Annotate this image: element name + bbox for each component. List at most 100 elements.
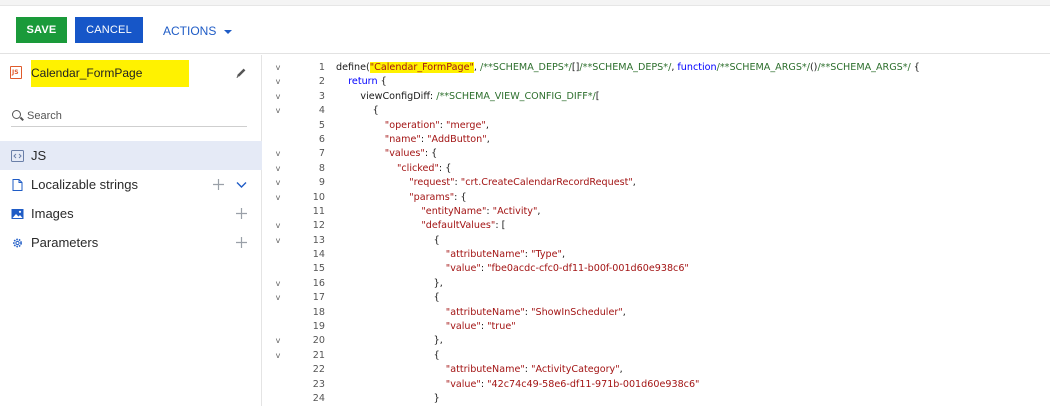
code-segment: , /**SCHEMA_DEPS*/[]/**SCHEMA_DEPS*/, fu… <box>473 62 920 73</box>
code-line: "params": { <box>336 191 1050 205</box>
actions-menu-button[interactable]: ACTIONS <box>163 24 233 38</box>
fold-marker[interactable]: v <box>263 234 293 248</box>
line-number: 23 <box>312 378 325 390</box>
save-button[interactable]: SAVE <box>16 17 67 43</box>
code-segment: { <box>336 349 440 361</box>
code-area[interactable]: define("Calendar_FormPage", /**SCHEMA_DE… <box>336 55 1050 406</box>
line-number: 24 <box>312 392 325 404</box>
fold-marker[interactable]: v <box>263 219 293 233</box>
add-icon[interactable] <box>235 236 248 249</box>
schema-header: Calendar_FormPage <box>0 55 262 91</box>
search-input[interactable] <box>27 107 237 125</box>
code-line: }, <box>336 334 1050 348</box>
line-number: 12 <box>312 220 325 232</box>
actions-label: ACTIONS <box>163 24 217 38</box>
add-icon[interactable] <box>235 207 248 220</box>
code-segment: "values": { <box>384 148 438 160</box>
code-line: "name": "AddButton", <box>336 133 1050 147</box>
code-segment: "name": "AddButton", <box>384 133 490 145</box>
search-icon <box>12 110 21 119</box>
line-number: 14 <box>312 249 325 261</box>
code-line: "attributeName": "ShowInScheduler", <box>336 306 1050 320</box>
nav-item-images[interactable]: Images <box>0 199 262 228</box>
fold-gutter[interactable]: vvvvvvvvvvvvvv <box>263 55 293 406</box>
line-number: 17 <box>312 292 325 304</box>
fold-marker[interactable]: v <box>263 277 293 291</box>
nav-item-parameters[interactable]: Parameters <box>0 228 262 257</box>
code-segment: }, <box>336 335 443 347</box>
nav-item-js[interactable]: JS <box>0 141 262 170</box>
fold-marker <box>263 205 293 219</box>
fold-marker[interactable]: v <box>263 147 293 161</box>
fold-marker[interactable]: v <box>263 61 293 75</box>
code-line: }, <box>336 277 1050 291</box>
code-segment: } <box>336 392 440 404</box>
nav-label-parameters: Parameters <box>31 235 99 250</box>
nav-item-localizable-strings[interactable]: Localizable strings <box>0 170 262 199</box>
code-line: "values": { <box>336 147 1050 161</box>
code-line: "value": "fbe0acdc-cfc0-df11-b00f-001d60… <box>336 262 1050 276</box>
nav-label-js: JS <box>31 148 47 163</box>
toolbar: SAVE CANCEL ACTIONS <box>0 6 1050 54</box>
code-segment: "attributeName": "ShowInScheduler", <box>445 306 626 318</box>
code-segment: "clicked": { <box>397 162 452 174</box>
fold-marker <box>263 119 293 133</box>
line-number: 4 <box>318 105 325 117</box>
line-number: 5 <box>318 119 325 131</box>
fold-marker[interactable]: v <box>263 90 293 104</box>
line-number: 15 <box>312 263 325 275</box>
add-icon[interactable] <box>212 178 225 191</box>
nav-label-images: Images <box>31 206 74 221</box>
code-segment: define( <box>336 62 370 73</box>
code-line: "operation": "merge", <box>336 119 1050 133</box>
fold-marker[interactable]: v <box>263 334 293 348</box>
code-segment: "value": "fbe0acdc-cfc0-df11-b00f-001d60… <box>445 263 689 275</box>
code-segment: "operation": "merge", <box>384 119 489 131</box>
schema-sidebar: Calendar_FormPage JS Localizable strings <box>0 55 262 406</box>
code-line: { <box>336 291 1050 305</box>
line-number: 16 <box>312 277 325 289</box>
code-segment: "value": "true" <box>445 321 516 333</box>
code-editor[interactable]: vvvvvvvvvvvvvv 1 2 3 4 5 6 7 8 9 10 11 12 13 14 15 16 17… <box>263 55 1050 406</box>
chevron-down-icon[interactable] <box>235 178 248 191</box>
code-line: } <box>336 392 1050 406</box>
code-segment: "value": "42c74c49-58e6-df11-971b-001d60… <box>445 378 700 390</box>
fold-marker <box>263 320 293 334</box>
fold-marker <box>263 248 293 262</box>
line-number: 3 <box>318 90 325 102</box>
fold-marker[interactable]: v <box>263 162 293 176</box>
pencil-icon[interactable] <box>234 67 248 79</box>
fold-marker[interactable]: v <box>263 176 293 190</box>
schema-title: Calendar_FormPage <box>31 66 143 80</box>
code-line: "attributeName": "ActivityCategory", <box>336 363 1050 377</box>
code-segment: { <box>336 292 440 304</box>
code-line: "defaultValues": [ <box>336 219 1050 233</box>
line-number: 9 <box>318 177 325 189</box>
line-number: 20 <box>312 335 325 347</box>
fold-marker[interactable]: v <box>263 349 293 363</box>
code-segment: "request": "crt.CreateCalendarRecordRequ… <box>409 177 636 189</box>
code-segment: { <box>336 105 379 117</box>
code-line: define("Calendar_FormPage", /**SCHEMA_DE… <box>336 61 1050 75</box>
code-segment: "Calendar_FormPage" <box>369 62 474 73</box>
line-number: 10 <box>312 191 325 203</box>
line-number: 6 <box>318 133 325 145</box>
code-line: "clicked": { <box>336 162 1050 176</box>
fold-marker[interactable]: v <box>263 104 293 118</box>
code-line: return { <box>336 75 1050 89</box>
line-number: 13 <box>312 234 325 246</box>
code-line: "value": "42c74c49-58e6-df11-971b-001d60… <box>336 378 1050 392</box>
code-segment: "entityName": "Activity", <box>421 205 541 217</box>
search-box <box>11 106 247 127</box>
fold-marker[interactable]: v <box>263 75 293 89</box>
caret-down-icon <box>224 29 233 34</box>
line-number: 2 <box>318 76 325 88</box>
fold-marker[interactable]: v <box>263 191 293 205</box>
schema-nav: JS Localizable strings Images Parameters <box>0 141 262 257</box>
gear-icon <box>13 238 22 248</box>
cancel-button[interactable]: CANCEL <box>75 17 143 43</box>
code-line: { <box>336 104 1050 118</box>
code-file-icon <box>11 150 24 162</box>
fold-marker <box>263 363 293 377</box>
fold-marker[interactable]: v <box>263 291 293 305</box>
